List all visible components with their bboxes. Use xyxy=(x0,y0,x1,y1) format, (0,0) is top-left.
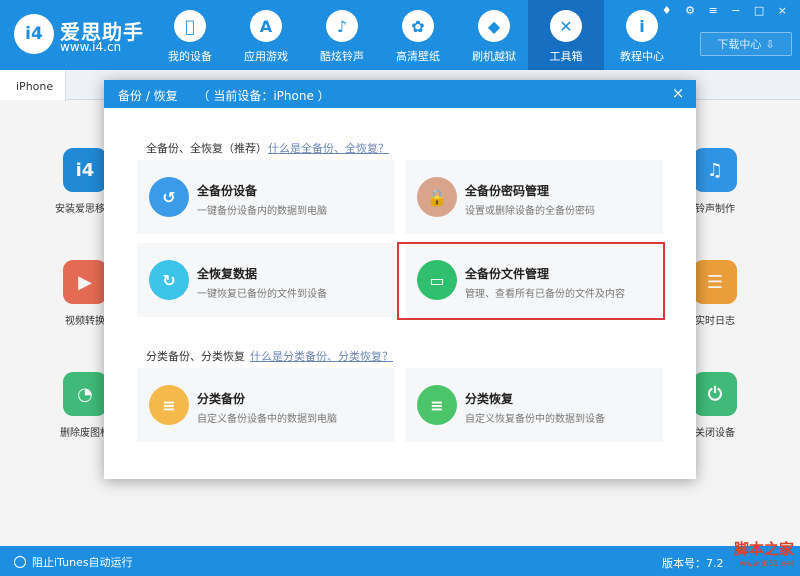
radio-circle-icon xyxy=(14,556,26,568)
card-title: 分类备份 xyxy=(197,392,246,406)
card-title: 全备份密码管理 xyxy=(465,184,550,198)
brand-url: www.i4.cn xyxy=(60,40,122,54)
card-title: 分类恢复 xyxy=(465,392,514,406)
nav-ringtones[interactable]: ♪ 酷炫铃声 xyxy=(304,0,380,70)
status-bar: 阻止iTunes自动运行 版本号：7.2 xyxy=(0,546,800,576)
info-icon: i xyxy=(626,10,658,42)
dialog-title: 备份 / 恢复 xyxy=(118,89,178,103)
card-full-backup[interactable]: ↺ 全备份设备 一键备份设备内的数据到电脑 xyxy=(137,160,395,234)
card-desc: 一键恢复已备份的文件到设备 xyxy=(197,289,327,300)
download-center-button[interactable]: 下载中心 ⇩ xyxy=(700,32,792,56)
nav-flash-jailbreak[interactable]: ◆ 刷机越狱 xyxy=(456,0,532,70)
category-restore-icon: ≡ xyxy=(417,385,457,425)
itunes-toggle-label: 阻止iTunes自动运行 xyxy=(32,556,133,569)
card-desc: 自定义恢复备份中的数据到设备 xyxy=(465,414,605,425)
lock-icon: 🔒 xyxy=(417,177,457,217)
nav-label: 工具箱 xyxy=(549,50,583,63)
download-center-label: 下载中心 xyxy=(717,38,762,51)
flower-icon: ✿ xyxy=(402,10,434,42)
dialog-current-device: （ 当前设备：iPhone ） xyxy=(197,89,330,103)
card-title: 全恢复数据 xyxy=(197,267,258,281)
backup-icon: ↺ xyxy=(149,177,189,217)
card-desc: 设置或删除设备的全备份密码 xyxy=(465,206,595,217)
nav-label: 高清壁纸 xyxy=(396,50,440,63)
restore-icon: ↻ xyxy=(149,260,189,300)
bell-icon: ♪ xyxy=(326,10,358,42)
nav-label: 我的设备 xyxy=(168,50,212,63)
apple-icon:  xyxy=(174,10,206,42)
download-arrow-icon: ⇩ xyxy=(765,37,775,51)
close-button[interactable]: × xyxy=(668,83,688,103)
section-category-backup-title: 分类备份、分类恢复 xyxy=(146,350,245,363)
watermark: 脚本之家 www.jb51.net xyxy=(710,538,794,574)
category-backup-icon: ≡ xyxy=(149,385,189,425)
card-desc: 一键备份设备内的数据到电脑 xyxy=(197,206,327,217)
box-icon: ◆ xyxy=(478,10,510,42)
category-backup-help-link[interactable]: 什么是分类备份、分类恢复？ xyxy=(250,348,393,364)
app-store-icon: A xyxy=(250,10,282,42)
card-full-restore[interactable]: ↻ 全恢复数据 一键恢复已备份的文件到设备 xyxy=(137,243,395,317)
block-itunes-toggle[interactable]: 阻止iTunes自动运行 xyxy=(14,554,133,570)
card-title: 全备份设备 xyxy=(197,184,258,198)
highlight-box xyxy=(397,242,665,320)
nav-label: 刷机越狱 xyxy=(472,50,516,63)
watermark-main: 脚本之家 xyxy=(733,540,794,558)
card-backup-password[interactable]: 🔒 全备份密码管理 设置或删除设备的全备份密码 xyxy=(405,160,663,234)
dialog-header: 备份 / 恢复 （ 当前设备：iPhone ） × xyxy=(104,80,696,108)
tab-iphone[interactable]: iPhone xyxy=(0,70,66,101)
card-desc: 自定义备份设备中的数据到电脑 xyxy=(197,414,337,425)
nav-my-device[interactable]:  我的设备 xyxy=(152,0,228,70)
watermark-url: www.jb51.net xyxy=(739,559,794,568)
section-full-backup-title: 全备份、全恢复（推荐） xyxy=(146,142,267,155)
card-category-restore[interactable]: ≡ 分类恢复 自定义恢复备份中的数据到设备 xyxy=(405,368,663,442)
nav-label: 酷炫铃声 xyxy=(320,50,364,63)
nav-wallpapers[interactable]: ✿ 高清壁纸 xyxy=(380,0,456,70)
window-controls[interactable]: ♦ ⚙ ≡ − □ × xyxy=(662,4,792,17)
nav-toolbox[interactable]: ✕ 工具箱 xyxy=(528,0,604,70)
nav-label: 教程中心 xyxy=(620,50,664,63)
full-backup-help-link[interactable]: 什么是全备份、全恢复？ xyxy=(268,140,389,156)
nav-apps-games[interactable]: A 应用游戏 xyxy=(228,0,304,70)
nav-label: 应用游戏 xyxy=(244,50,288,63)
top-navigation-bar: i4 爱思助手 www.i4.cn  我的设备 A 应用游戏 ♪ 酷炫铃声 ✿… xyxy=(0,0,800,70)
card-category-backup[interactable]: ≡ 分类备份 自定义备份设备中的数据到电脑 xyxy=(137,368,395,442)
i4-logo-icon: i4 xyxy=(14,14,54,54)
tools-icon: ✕ xyxy=(550,10,582,42)
